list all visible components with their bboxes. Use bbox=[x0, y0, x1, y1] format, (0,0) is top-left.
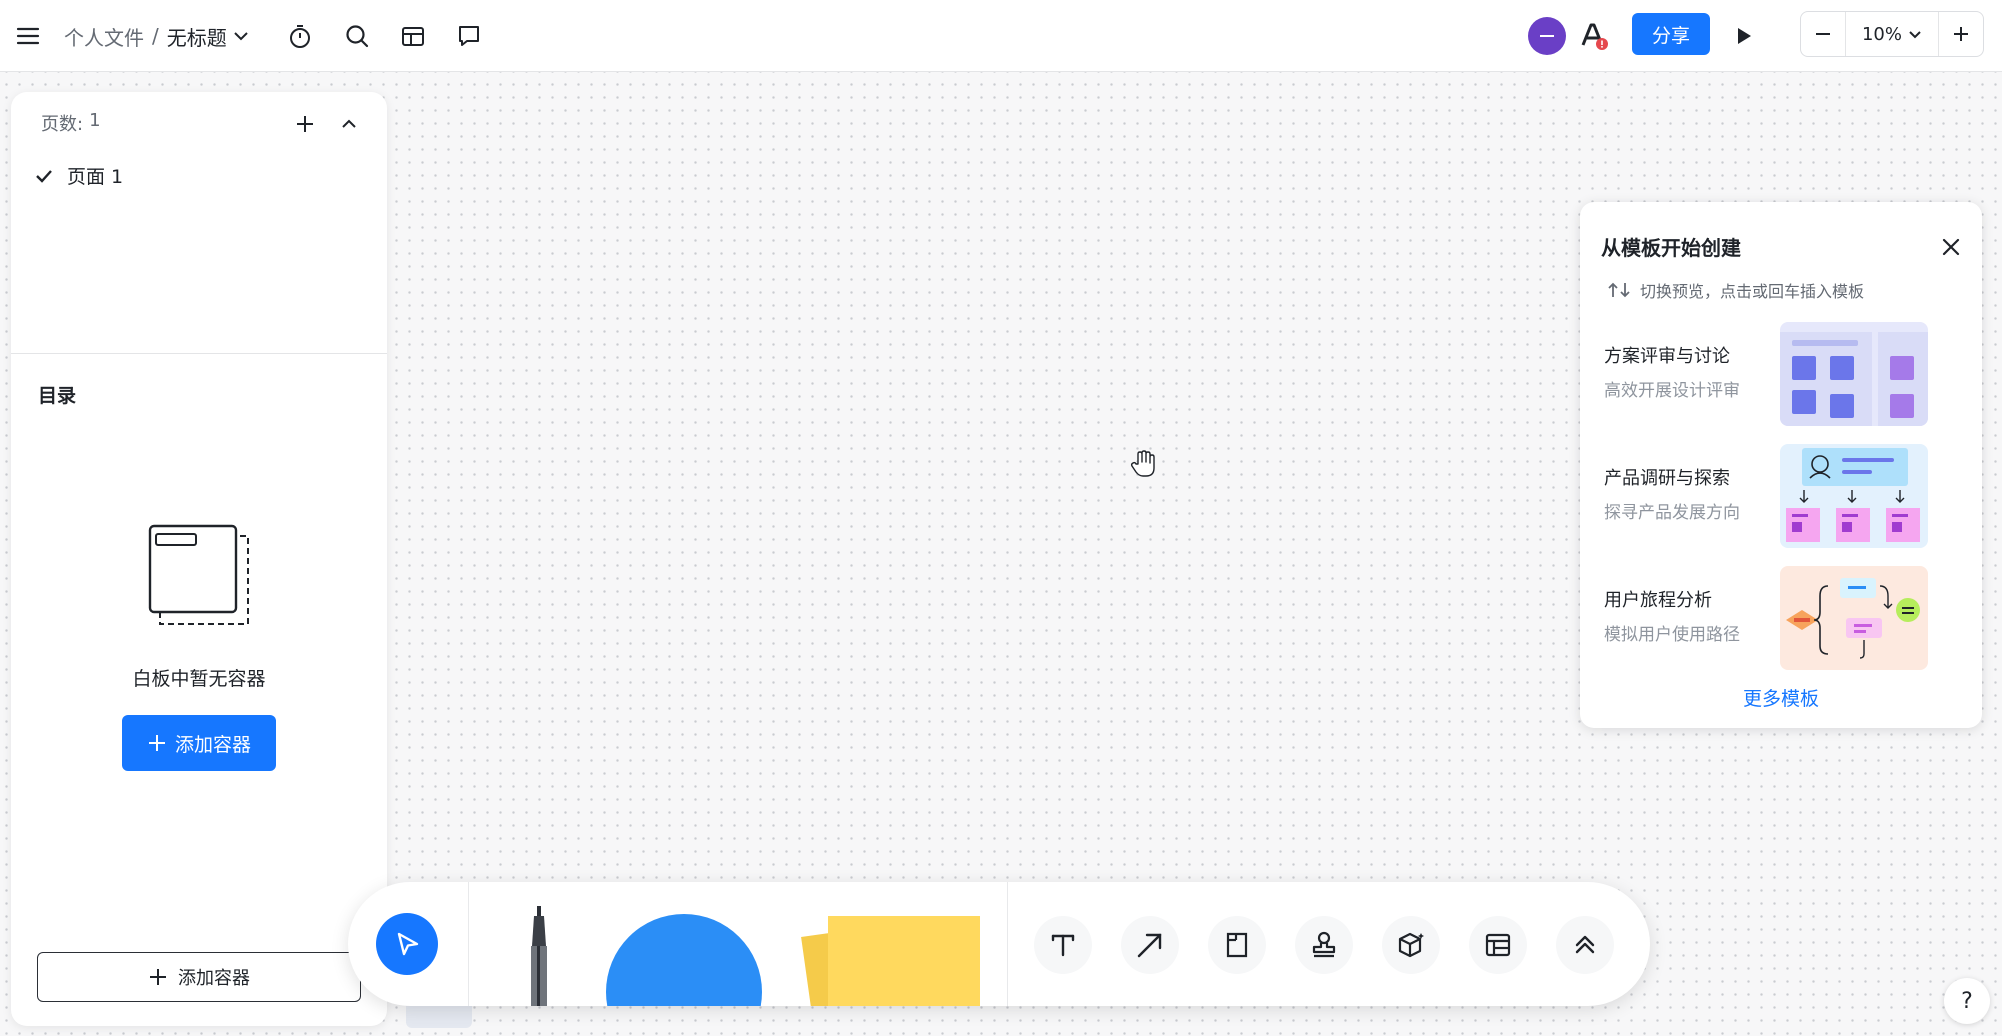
zoom-level: 10% bbox=[1861, 23, 1902, 45]
template-hint: 切换预览，点击或回车插入模板 bbox=[1606, 278, 1864, 302]
add-container-label: 添加容器 bbox=[178, 968, 250, 989]
left-panel: 页数: 1 页面 1 目录 白板中暂无容器 添加容器 添加容器 bbox=[11, 92, 387, 1026]
close-icon[interactable] bbox=[1934, 230, 1968, 264]
frame-tool-icon[interactable] bbox=[1208, 916, 1266, 974]
text-tool-icon[interactable] bbox=[1034, 916, 1092, 974]
template-card-subtitle: 探寻产品发展方向 bbox=[1604, 503, 1740, 523]
3d-object-tool-icon[interactable] bbox=[1382, 916, 1440, 974]
breadcrumb-parent[interactable]: 个人文件 bbox=[64, 22, 144, 51]
search-icon[interactable] bbox=[335, 14, 379, 58]
empty-container-illustration-icon bbox=[146, 522, 256, 636]
toolbar-divider bbox=[468, 882, 469, 1006]
help-button[interactable]: ? bbox=[1944, 978, 1990, 1024]
template-thumbnail-research bbox=[1780, 444, 1928, 548]
template-card-title: 用户旅程分析 bbox=[1604, 590, 1712, 611]
expand-toolbar-icon[interactable] bbox=[1556, 916, 1614, 974]
plus-icon bbox=[147, 733, 167, 753]
avatar-dash bbox=[1540, 35, 1554, 37]
template-card-title: 方案评审与讨论 bbox=[1604, 346, 1730, 367]
add-page-icon[interactable] bbox=[287, 106, 323, 142]
template-panel-title: 从模板开始创建 bbox=[1601, 236, 1741, 260]
page-count-label: 页数: bbox=[41, 114, 84, 135]
table-tool-icon[interactable] bbox=[1469, 916, 1527, 974]
font-warning-icon[interactable] bbox=[1572, 14, 1616, 58]
page-label: 页面 1 bbox=[67, 166, 124, 188]
breadcrumb: 个人文件 / 无标题 bbox=[64, 22, 249, 50]
divider bbox=[11, 353, 387, 354]
template-card-subtitle: 高效开展设计评审 bbox=[1604, 381, 1740, 401]
breadcrumb-separator: / bbox=[152, 24, 159, 48]
more-templates-link[interactable]: 更多模板 bbox=[1580, 684, 1982, 711]
collapse-pages-icon[interactable] bbox=[331, 106, 367, 142]
page-count: 页数: 1 bbox=[41, 110, 101, 136]
template-card-subtitle: 模拟用户使用路径 bbox=[1604, 625, 1740, 645]
zoom-in-icon[interactable] bbox=[1939, 12, 1983, 56]
page-count-value: 1 bbox=[89, 110, 101, 131]
template-card-research[interactable]: 产品调研与探索 探寻产品发展方向 bbox=[1604, 444, 1968, 548]
plus-icon bbox=[148, 967, 168, 987]
timer-icon[interactable] bbox=[278, 14, 322, 58]
minimap-tab[interactable] bbox=[406, 1006, 472, 1028]
play-icon[interactable] bbox=[1722, 14, 1766, 58]
template-thumbnail-journey bbox=[1780, 566, 1928, 670]
top-bar: 个人文件 / 无标题 分享 10% bbox=[0, 0, 2002, 72]
share-button[interactable]: 分享 bbox=[1632, 13, 1710, 55]
hand-cursor-icon bbox=[1130, 450, 1156, 482]
chevron-down-icon[interactable] bbox=[233, 31, 249, 41]
shape-tool-icon[interactable] bbox=[606, 914, 762, 1006]
template-panel: 从模板开始创建 切换预览，点击或回车插入模板 方案评审与讨论 高效开展设计评审 bbox=[1580, 202, 1982, 728]
hamburger-menu-icon[interactable] bbox=[6, 14, 50, 58]
select-tool-icon[interactable] bbox=[376, 913, 438, 975]
add-container-bottom-button[interactable]: 添加容器 bbox=[37, 952, 361, 1002]
add-container-button[interactable]: 添加容器 bbox=[122, 715, 276, 771]
toolbar-divider bbox=[1007, 882, 1008, 1006]
arrow-tool-icon[interactable] bbox=[1121, 916, 1179, 974]
toc-title: 目录 bbox=[38, 385, 77, 407]
template-hint-text: 切换预览，点击或回车插入模板 bbox=[1640, 282, 1865, 301]
add-container-label: 添加容器 bbox=[174, 733, 251, 756]
zoom-control: 10% bbox=[1800, 11, 1984, 57]
folder-icon[interactable] bbox=[391, 14, 435, 58]
avatar[interactable] bbox=[1528, 17, 1566, 55]
template-card-title: 产品调研与探索 bbox=[1604, 468, 1730, 489]
empty-state-text: 白板中暂无容器 bbox=[132, 668, 266, 690]
pen-tool-icon[interactable] bbox=[528, 906, 550, 1006]
document-title[interactable]: 无标题 bbox=[167, 22, 227, 51]
template-card-journey[interactable]: 用户旅程分析 模拟用户使用路径 bbox=[1604, 566, 1968, 670]
template-card-review[interactable]: 方案评审与讨论 高效开展设计评审 bbox=[1604, 322, 1968, 426]
zoom-level-dropdown[interactable]: 10% bbox=[1845, 12, 1939, 56]
arrow-up-down-icon bbox=[1606, 281, 1632, 299]
zoom-out-icon[interactable] bbox=[1801, 12, 1845, 56]
bottom-toolbar bbox=[348, 882, 1650, 1006]
chevron-down-icon bbox=[1908, 30, 1922, 39]
sticky-note-tool-icon[interactable] bbox=[828, 916, 980, 1006]
checkmark-icon bbox=[35, 169, 53, 183]
stamp-tool-icon[interactable] bbox=[1295, 916, 1353, 974]
page-list-item[interactable]: 页面 1 bbox=[35, 162, 123, 189]
comment-icon[interactable] bbox=[447, 14, 491, 58]
template-thumbnail-review bbox=[1780, 322, 1928, 426]
